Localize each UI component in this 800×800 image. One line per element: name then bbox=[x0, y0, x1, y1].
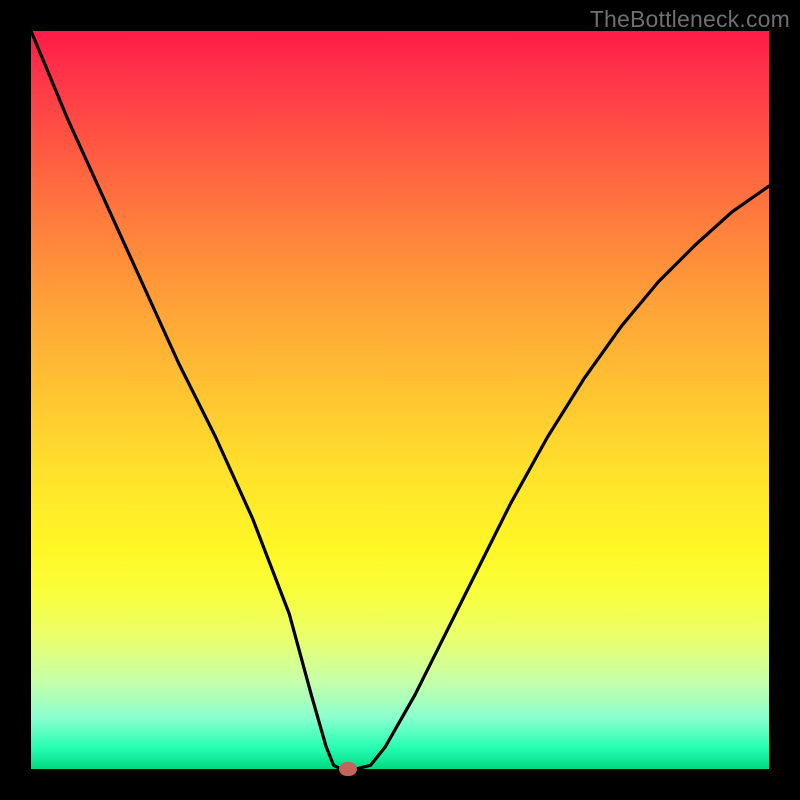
minimum-marker-dot bbox=[339, 762, 357, 776]
chart-frame: TheBottleneck.com bbox=[0, 0, 800, 800]
bottleneck-curve bbox=[31, 31, 769, 769]
plot-area bbox=[31, 31, 769, 769]
curve-path bbox=[31, 31, 769, 769]
watermark-text: TheBottleneck.com bbox=[590, 6, 790, 33]
